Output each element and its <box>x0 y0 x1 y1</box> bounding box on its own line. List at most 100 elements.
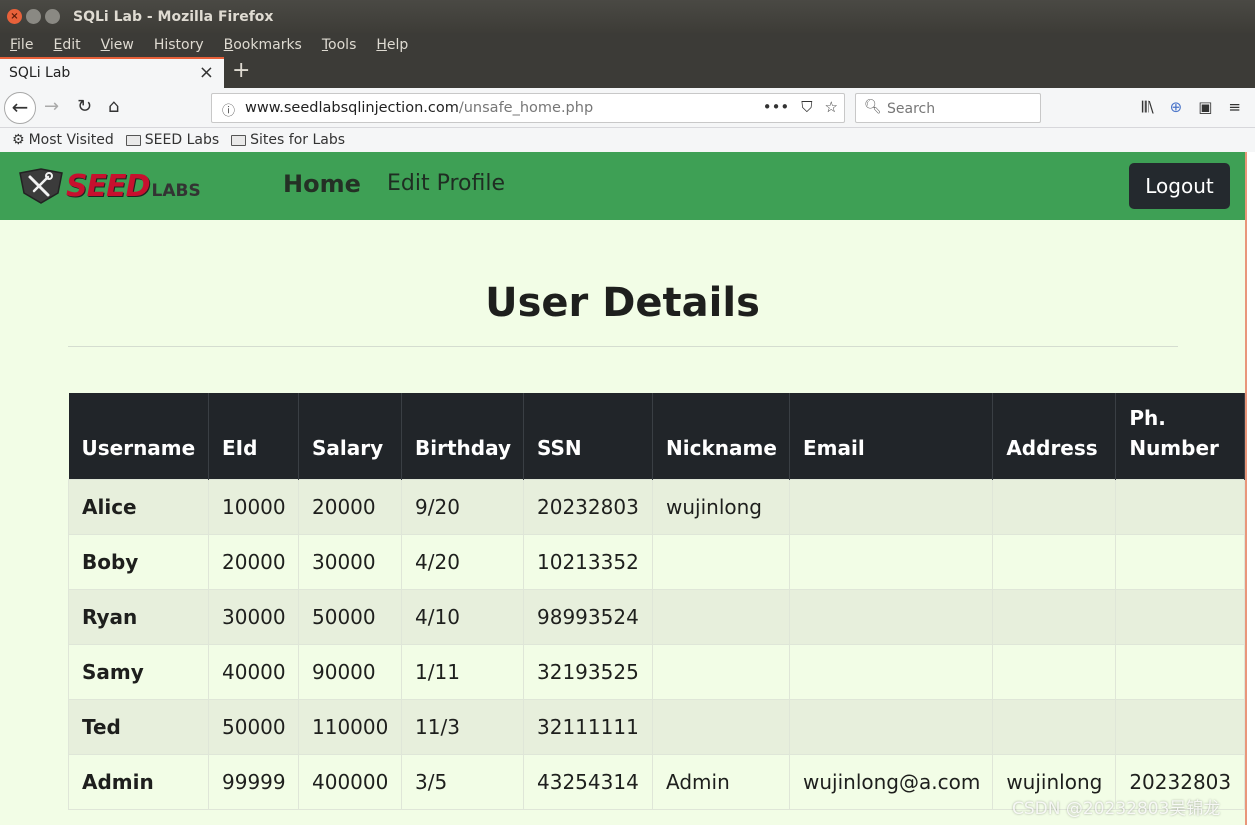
cell-ssn: 10213352 <box>523 533 653 590</box>
tab-close-icon[interactable]: × <box>199 62 214 83</box>
page-content: SEED LABS Home Edit Profile Logout User … <box>0 152 1245 825</box>
cell-address <box>992 643 1117 700</box>
seed-labs-logo[interactable]: SEED LABS <box>18 167 201 205</box>
sidebar-icon[interactable]: ▣ <box>1198 98 1212 116</box>
cell-address <box>992 533 1117 590</box>
cell-eid: 50000 <box>208 698 299 755</box>
library-icon[interactable]: 𝄃𝄃\ <box>1142 98 1154 116</box>
reload-icon[interactable]: ↻ <box>77 96 92 117</box>
home-icon[interactable]: ⌂ <box>108 96 119 117</box>
nav-home-link[interactable]: Home <box>283 170 361 198</box>
folder-icon <box>231 134 247 146</box>
cell-username: Ted <box>68 698 209 755</box>
bookmark-star-icon[interactable]: ☆ <box>825 98 838 116</box>
cell-birthday: 11/3 <box>401 698 524 755</box>
cell-salary: 400000 <box>298 753 402 810</box>
cell-phone <box>1115 698 1245 755</box>
bookmark-seed-labs[interactable]: SEED Labs <box>125 132 219 148</box>
cell-username: Boby <box>68 533 209 590</box>
site-navbar: SEED LABS Home Edit Profile Logout <box>0 152 1245 220</box>
menu-help[interactable]: Help <box>376 37 408 53</box>
bookmark-most-visited[interactable]: ⚙ Most Visited <box>12 132 114 148</box>
cell-address <box>992 698 1117 755</box>
window-minimize-button[interactable] <box>26 9 41 24</box>
menubar: File Edit View History Bookmarks Tools H… <box>0 33 1255 57</box>
cell-nickname <box>652 588 790 645</box>
open-menu-icon[interactable]: ≡ <box>1228 98 1241 116</box>
menu-edit[interactable]: Edit <box>53 37 80 53</box>
cell-email <box>788 533 994 590</box>
cell-salary: 110000 <box>298 698 402 755</box>
new-tab-icon[interactable]: + <box>232 58 250 83</box>
cell-nickname: wujinlong <box>652 478 790 535</box>
window-maximize-button[interactable] <box>45 9 60 24</box>
cell-eid: 99999 <box>208 753 299 810</box>
column-header-username: Username <box>68 393 209 479</box>
cell-phone <box>1115 533 1245 590</box>
cell-birthday: 1/11 <box>401 643 524 700</box>
nav-edit-profile-link[interactable]: Edit Profile <box>387 171 505 196</box>
url-text[interactable]: www.seedlabsqlinjection.com/unsafe_home.… <box>245 100 593 116</box>
page-title: User Details <box>485 280 760 326</box>
column-header-ssn: SSN <box>523 393 653 479</box>
bookmarks-toolbar: ⚙ Most Visited SEED Labs Sites for Labs <box>0 128 1255 152</box>
cell-salary: 90000 <box>298 643 402 700</box>
url-actions: ••• ⛉ ☆ <box>763 98 838 116</box>
cell-username: Ryan <box>68 588 209 645</box>
cell-eid: 20000 <box>208 533 299 590</box>
user-details-table: Username EId Salary Birthday SSN Nicknam… <box>68 393 1245 810</box>
bookmark-sites-for-labs[interactable]: Sites for Labs <box>231 132 345 148</box>
table-row: Samy 40000 90000 1/11 32193525 <box>68 643 1245 700</box>
menu-view[interactable]: View <box>101 37 134 53</box>
toolbar-right: 𝄃𝄃\ ⊕ ▣ ≡ <box>1142 98 1241 116</box>
column-header-email: Email <box>789 393 994 479</box>
cell-ssn: 98993524 <box>523 588 653 645</box>
shield-logo-icon <box>19 168 63 204</box>
site-info-icon[interactable]: ⓘ <box>222 100 235 119</box>
watermark: CSDN @20232803吴锦龙 <box>1012 799 1221 819</box>
page-actions-icon[interactable]: ••• <box>763 98 790 116</box>
cell-nickname: Admin <box>652 753 790 810</box>
cell-salary: 20000 <box>298 478 402 535</box>
cell-nickname <box>652 533 790 590</box>
search-placeholder: Search <box>887 101 936 117</box>
url-bar[interactable]: ⓘ www.seedlabsqlinjection.com/unsafe_hom… <box>211 93 845 123</box>
tab-label: SQLi Lab <box>9 65 71 81</box>
cell-phone <box>1115 643 1245 700</box>
window-close-button[interactable]: × <box>7 9 22 24</box>
menu-history[interactable]: History <box>154 37 204 53</box>
forward-arrow-icon[interactable]: → <box>44 96 59 117</box>
cell-address <box>992 478 1117 535</box>
extension-icon[interactable]: ⊕ <box>1170 98 1183 116</box>
column-header-salary: Salary <box>298 393 402 479</box>
menu-tools[interactable]: Tools <box>322 37 357 53</box>
pocket-icon[interactable]: ⛉ <box>801 98 812 116</box>
cell-eid: 30000 <box>208 588 299 645</box>
cell-ssn: 20232803 <box>523 478 653 535</box>
column-header-phone: Ph. Number <box>1115 393 1245 479</box>
cell-username: Samy <box>68 643 209 700</box>
folder-icon <box>125 134 141 146</box>
cell-username: Admin <box>68 753 209 810</box>
search-bar[interactable]: 🔍︎ Search <box>855 93 1041 123</box>
table-row: Alice 10000 20000 9/20 20232803 wujinlon… <box>68 478 1245 535</box>
cell-phone <box>1115 588 1245 645</box>
table-row: Ted 50000 110000 11/3 32111111 <box>68 698 1245 755</box>
cell-ssn: 43254314 <box>523 753 653 810</box>
divider <box>68 346 1178 347</box>
cell-email <box>788 588 994 645</box>
cell-nickname <box>652 698 790 755</box>
cell-birthday: 9/20 <box>401 478 524 535</box>
logout-button[interactable]: Logout <box>1129 163 1230 209</box>
window-titlebar: × SQLi Lab - Mozilla Firefox <box>0 0 1255 33</box>
menu-file[interactable]: File <box>10 37 33 53</box>
menu-bookmarks[interactable]: Bookmarks <box>224 37 302 53</box>
tab-sqli-lab[interactable]: SQLi Lab × <box>0 57 224 88</box>
column-header-birthday: Birthday <box>401 393 524 479</box>
cell-birthday: 4/10 <box>401 588 524 645</box>
cell-address <box>992 588 1117 645</box>
cell-ssn: 32111111 <box>523 698 653 755</box>
back-arrow-icon[interactable]: ← <box>4 92 36 124</box>
cell-email: wujinlong@a.com <box>788 753 994 810</box>
cell-nickname <box>652 643 790 700</box>
